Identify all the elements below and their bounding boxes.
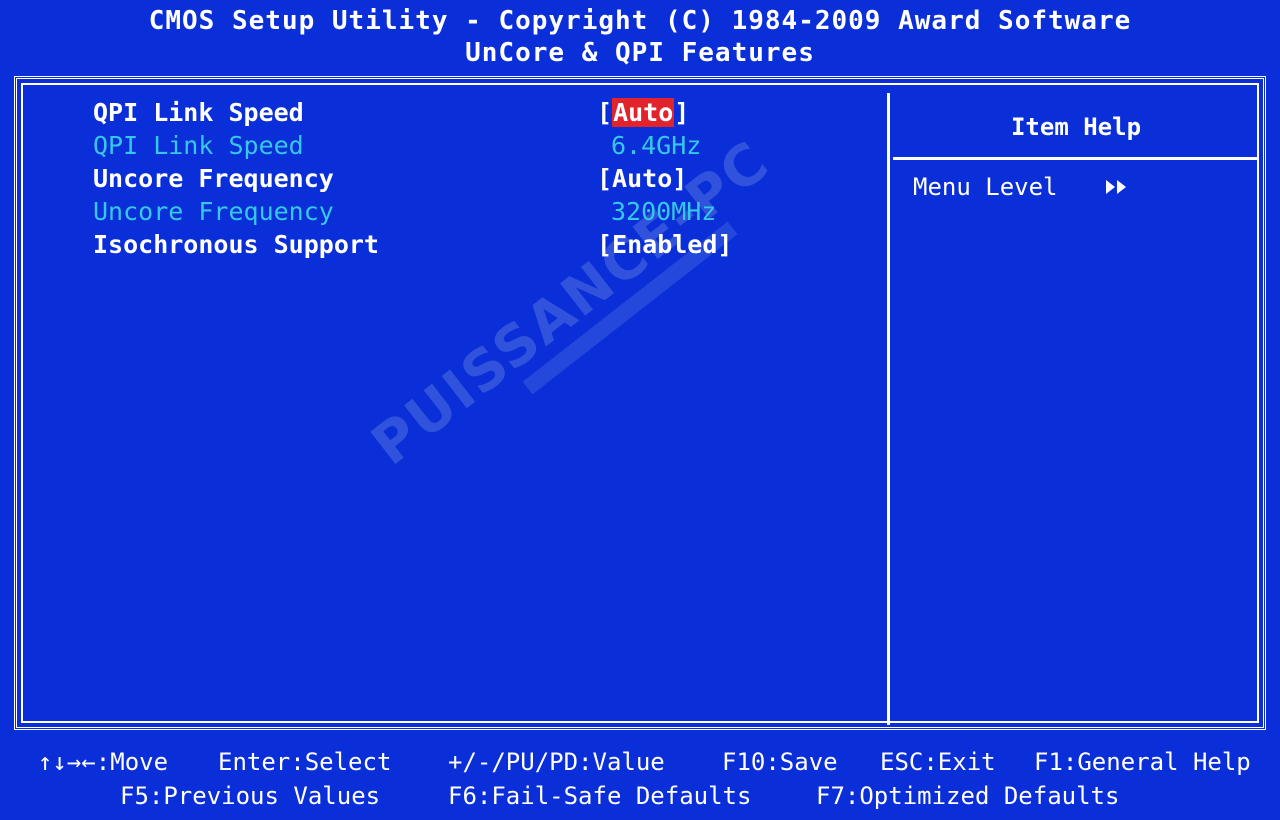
menu-level-label: Menu Level <box>913 173 1058 201</box>
key-optimized: F7:Optimized Defaults <box>816 782 1120 810</box>
key-previous-values: F5:Previous Values <box>120 782 381 810</box>
setting-label: Uncore Frequency <box>93 164 334 193</box>
value-bracket-close: ] <box>674 98 690 127</box>
setting-label: QPI Link Speed <box>93 98 304 127</box>
key-select: Enter:Select <box>218 748 392 776</box>
setting-value[interactable]: [Auto] <box>597 163 687 195</box>
setting-row-uncore-frequency-readout: Uncore Frequency 3200MHz <box>93 196 716 228</box>
key-general-help: F1:General Help <box>1034 748 1251 776</box>
key-exit: ESC:Exit <box>880 748 996 776</box>
setting-value[interactable]: [Enabled] <box>597 229 732 261</box>
key-save: F10:Save <box>722 748 838 776</box>
key-value: +/-/PU/PD:Value <box>448 748 665 776</box>
setting-label: Isochronous Support <box>93 230 379 259</box>
menu-level: Menu Level <box>913 173 1126 201</box>
double-right-triangle-icon <box>1105 180 1126 194</box>
setting-value: 3200MHz <box>611 197 717 226</box>
utility-title: CMOS Setup Utility - Copyright (C) 1984-… <box>148 6 1132 36</box>
setting-row-uncore-frequency[interactable]: Uncore Frequency [Auto] <box>93 163 687 195</box>
help-separator <box>893 157 1259 160</box>
item-help-title: Item Help <box>1010 113 1142 141</box>
setting-label: QPI Link Speed <box>93 131 304 160</box>
main-frame: QPI Link Speed [Auto] QPI Link Speed 6.4… <box>14 76 1266 730</box>
page-title: UnCore & QPI Features <box>465 38 815 68</box>
key-fail-safe: F6:Fail-Safe Defaults <box>448 782 752 810</box>
selected-value[interactable]: Auto <box>612 98 675 127</box>
setting-label: Uncore Frequency <box>93 197 334 226</box>
setting-row-isochronous-support[interactable]: Isochronous Support [Enabled] <box>93 229 732 261</box>
setting-value: 6.4GHz <box>611 131 702 160</box>
value-bracket-open: [ <box>597 98 613 127</box>
key-move: ↑↓→←:Move <box>38 748 169 776</box>
setting-row-qpi-link-speed[interactable]: QPI Link Speed [Auto] <box>93 97 689 129</box>
panel-divider <box>887 93 890 725</box>
bios-screen: CMOS Setup Utility - Copyright (C) 1984-… <box>0 0 1280 820</box>
setting-row-qpi-link-speed-readout: QPI Link Speed 6.4GHz <box>93 130 701 162</box>
setting-value[interactable]: [Auto] <box>597 97 689 129</box>
